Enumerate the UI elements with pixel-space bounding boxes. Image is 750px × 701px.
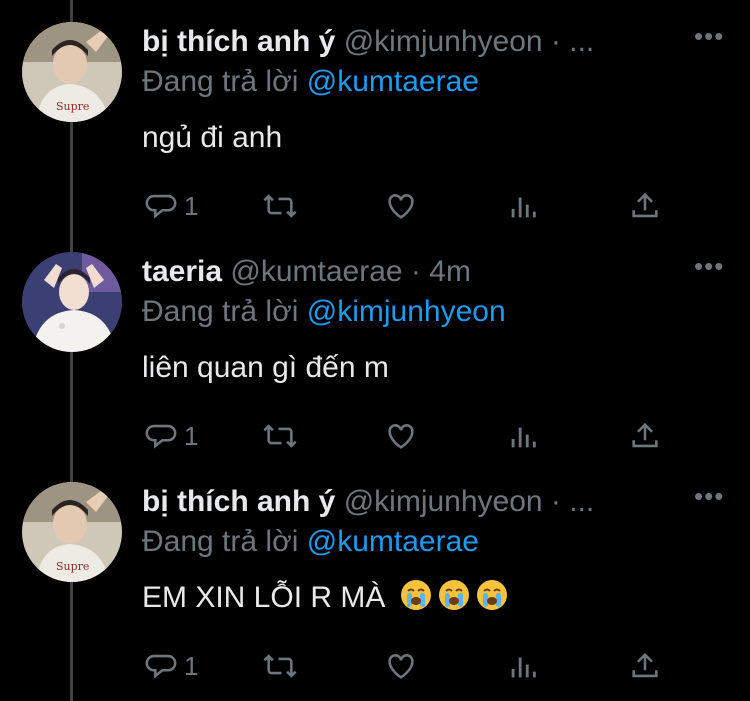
more-dots-icon[interactable]: ••• [694,23,724,49]
share-icon [632,192,658,218]
retweet-icon [263,654,297,678]
speech-bubble-icon [145,654,177,679]
bar-chart-icon [511,427,536,448]
heart-icon [388,424,414,449]
replying-to: Đang trả lời @kumtaerae [142,522,479,562]
mention-link[interactable]: @kumtaerae [307,65,479,98]
mention-link[interactable]: @kumtaerae [307,525,479,558]
tweet-text-content: EM XIN LỖI R MÀ [142,581,386,614]
svg-text:Supre: Supre [56,560,89,573]
retweet-icon [263,194,297,218]
action-bar: 1 [142,648,662,684]
display-name[interactable]: bị thích anh ý [142,25,335,58]
reply-button[interactable]: 1 [144,188,198,224]
crying-face-emoji [476,580,507,610]
bar-chart-icon [511,657,536,678]
replying-prefix: Đang trả lời [142,525,299,558]
speech-bubble-icon [145,424,177,449]
display-name[interactable]: bị thích anh ý [142,485,335,518]
handle[interactable]: @kimjunhyeon · ... [344,25,595,58]
reply-count: 1 [184,421,199,451]
tweet-text: liên quan gì đến m [142,351,389,384]
share-icon [632,422,658,448]
reply-button[interactable]: 1 [144,648,198,684]
mention-link[interactable]: @kimjunhyeon [307,295,506,328]
retweet-button[interactable] [260,188,300,224]
replying-prefix: Đang trả lời [142,295,299,328]
analytics-button[interactable] [506,188,540,224]
analytics-button[interactable] [506,418,540,454]
like-button[interactable] [384,418,418,454]
avatar[interactable] [22,252,122,352]
like-button[interactable] [384,648,418,684]
action-bar: 1 [142,418,662,454]
crying-face-emoji [400,580,431,610]
more-dots-icon[interactable]: ••• [694,253,724,279]
tweet-text: ngủ đi anh [142,121,283,154]
analytics-button[interactable] [506,648,540,684]
reply-button[interactable]: 1 [144,418,198,454]
reply-count: 1 [184,651,199,681]
retweet-icon [263,424,297,448]
svg-text:Supre: Supre [56,100,89,113]
share-button[interactable] [628,188,662,224]
handle[interactable]: @kumtaerae · 4m [230,255,471,288]
share-icon [632,652,658,678]
heart-icon [388,194,414,219]
retweet-button[interactable] [260,418,300,454]
share-button[interactable] [628,648,662,684]
avatar[interactable]: Supre [22,22,122,122]
replying-to: Đang trả lời @kimjunhyeon [142,292,506,332]
tweet-text: EM XIN LỖI R MÀ [142,578,508,618]
speech-bubble-icon [145,194,177,219]
reply-count: 1 [184,191,199,221]
crying-face-emoji [438,580,469,610]
replying-prefix: Đang trả lời [142,65,299,98]
share-button[interactable] [628,418,662,454]
bar-chart-icon [511,197,536,218]
action-bar: 1 [142,188,662,224]
tweet-header: bị thích anh ý @kimjunhyeon · ... [142,482,650,522]
tweet-header: bị thích anh ý @kimjunhyeon · ... [142,22,650,62]
tweet-header: taeria @kumtaerae · 4m [142,252,650,292]
retweet-button[interactable] [260,648,300,684]
handle[interactable]: @kimjunhyeon · ... [344,485,595,518]
heart-icon [388,654,414,679]
more-dots-icon[interactable]: ••• [694,483,724,509]
display-name[interactable]: taeria [142,255,222,288]
like-button[interactable] [384,188,418,224]
avatar[interactable]: Supre [22,482,122,582]
replying-to: Đang trả lời @kumtaerae [142,62,479,102]
